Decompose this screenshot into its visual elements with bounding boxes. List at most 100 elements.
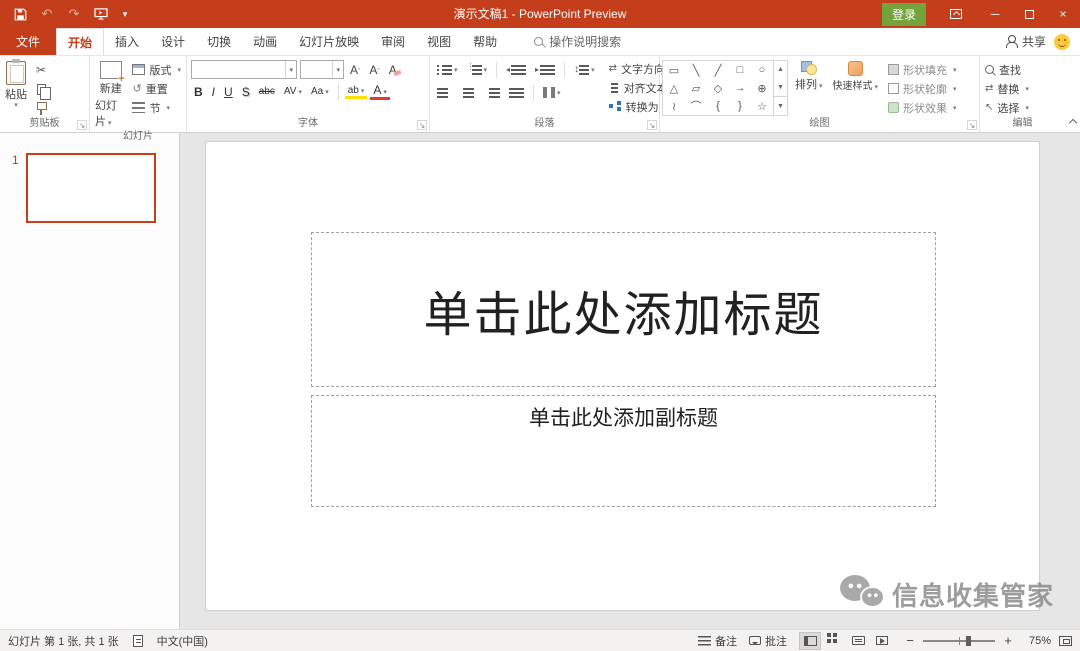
- tab-file[interactable]: 文件: [0, 28, 57, 55]
- quick-styles-button[interactable]: 快速样式: [830, 58, 882, 93]
- title-placeholder[interactable]: 单击此处添加标题: [311, 232, 936, 387]
- section-button[interactable]: 节: [129, 98, 184, 117]
- shape-outline-button[interactable]: 形状轮廓: [885, 79, 960, 98]
- normal-view-button[interactable]: [799, 631, 821, 650]
- shape-icon[interactable]: □: [729, 61, 751, 79]
- copy-icon[interactable]: [30, 80, 52, 100]
- fit-slide-to-window-icon[interactable]: [1059, 635, 1072, 646]
- shapes-gallery[interactable]: ▭ ╲ ╱ □ ○ △ ▱ ◇ → ⊕ ≀ ⌒ { } ☆ ▲ ▼ ▼: [662, 60, 788, 116]
- line-spacing-button[interactable]: ↕: [571, 61, 598, 78]
- tab-slideshow[interactable]: 幻灯片放映: [288, 28, 370, 55]
- language-indicator[interactable]: 中文(中国): [157, 633, 208, 649]
- zoom-out-button[interactable]: −: [905, 633, 915, 648]
- undo-icon[interactable]: ↶: [39, 6, 55, 22]
- font-dialog-launcher[interactable]: ↘: [417, 120, 427, 130]
- columns-button[interactable]: [540, 84, 564, 101]
- tab-view[interactable]: 视图: [416, 28, 462, 55]
- increase-font-icon[interactable]: Aˆ: [347, 63, 363, 77]
- character-spacing-button[interactable]: AV: [281, 86, 305, 97]
- redo-icon[interactable]: ↷: [66, 6, 82, 22]
- maximize-button[interactable]: [1012, 0, 1046, 28]
- shape-icon[interactable]: △: [663, 79, 685, 97]
- shape-icon[interactable]: {: [707, 97, 729, 115]
- font-size-select[interactable]: ▾: [300, 60, 344, 79]
- subtitle-placeholder[interactable]: 单击此处添加副标题: [311, 395, 936, 507]
- tab-transitions[interactable]: 切换: [196, 28, 242, 55]
- zoom-in-button[interactable]: +: [1003, 633, 1013, 648]
- underline-button[interactable]: U: [221, 85, 236, 99]
- shape-icon[interactable]: ≀: [663, 97, 685, 115]
- shape-icon[interactable]: ▱: [685, 79, 707, 97]
- decrease-font-icon[interactable]: Aˇ: [366, 63, 382, 77]
- reset-button[interactable]: ↺ 重置: [129, 79, 184, 98]
- clear-formatting-icon[interactable]: A: [386, 63, 400, 77]
- bold-button[interactable]: B: [191, 85, 206, 99]
- slide-sorter-view-button[interactable]: [823, 632, 845, 650]
- paragraph-dialog-launcher[interactable]: ↘: [647, 120, 657, 130]
- save-icon[interactable]: [12, 6, 28, 22]
- strikethrough-button[interactable]: abc: [256, 86, 278, 97]
- shape-icon[interactable]: }: [729, 97, 751, 115]
- replace-button[interactable]: ⇄ 替换: [982, 79, 1032, 98]
- qat-customize-icon[interactable]: ▾: [120, 6, 130, 22]
- proofing-icon[interactable]: [132, 634, 143, 647]
- sign-in-button[interactable]: 登录: [881, 2, 926, 26]
- share-button[interactable]: 共享: [1005, 33, 1046, 50]
- layout-button[interactable]: 版式: [129, 60, 184, 79]
- shape-icon[interactable]: ☆: [751, 97, 773, 115]
- reading-view-button[interactable]: [847, 632, 869, 650]
- tab-help[interactable]: 帮助: [462, 28, 508, 55]
- increase-indent-button[interactable]: ▸: [532, 61, 558, 78]
- slide-thumbnail-1[interactable]: [25, 153, 156, 223]
- slideshow-view-button[interactable]: [871, 632, 893, 650]
- close-button[interactable]: ×: [1046, 0, 1080, 28]
- tab-design[interactable]: 设计: [150, 28, 196, 55]
- align-center-button[interactable]: [458, 84, 479, 101]
- shapes-more-icon[interactable]: ▼: [774, 96, 787, 115]
- font-color-button[interactable]: A: [370, 83, 390, 100]
- shape-icon[interactable]: ◇: [707, 79, 729, 97]
- shape-icon[interactable]: ⌒: [685, 97, 707, 115]
- shape-icon[interactable]: ⊕: [751, 79, 773, 97]
- decrease-indent-button[interactable]: ◂: [503, 61, 529, 78]
- start-slideshow-icon[interactable]: [93, 6, 109, 22]
- drawing-dialog-launcher[interactable]: ↘: [967, 120, 977, 130]
- shapes-scroll-down-icon[interactable]: ▼: [774, 79, 787, 97]
- change-case-button[interactable]: Aa: [308, 86, 332, 97]
- zoom-level[interactable]: 75%: [1021, 635, 1051, 647]
- slide-editing-area[interactable]: 单击此处添加标题 单击此处添加副标题: [205, 141, 1040, 611]
- bullets-button[interactable]: [434, 61, 461, 78]
- numbering-button[interactable]: [464, 61, 491, 78]
- shape-icon[interactable]: ╱: [707, 61, 729, 79]
- ribbon-display-options-icon[interactable]: [948, 6, 964, 22]
- text-highlight-button[interactable]: ab: [344, 85, 368, 99]
- find-button[interactable]: 查找: [982, 60, 1032, 79]
- cut-icon[interactable]: ✂: [30, 61, 52, 79]
- clipboard-dialog-launcher[interactable]: ↘: [77, 120, 87, 130]
- font-name-select[interactable]: ▾: [191, 60, 297, 79]
- format-painter-icon[interactable]: [30, 99, 52, 117]
- select-button[interactable]: ↖ 选择: [982, 98, 1032, 117]
- text-shadow-button[interactable]: S: [239, 85, 253, 99]
- shapes-scroll-up-icon[interactable]: ▲: [774, 61, 787, 79]
- minimize-button[interactable]: ─: [978, 0, 1012, 28]
- italic-button[interactable]: I: [209, 85, 218, 99]
- align-left-button[interactable]: [434, 84, 455, 101]
- arrange-button[interactable]: 排列: [792, 58, 826, 93]
- notes-toggle[interactable]: 备注: [698, 633, 737, 649]
- shape-fill-button[interactable]: 形状填充: [885, 60, 960, 79]
- zoom-slider-thumb[interactable]: [966, 635, 972, 646]
- shape-icon[interactable]: ○: [751, 61, 773, 79]
- tab-animations[interactable]: 动画: [242, 28, 288, 55]
- paste-button[interactable]: 粘贴 ▾: [2, 58, 30, 110]
- tab-review[interactable]: 审阅: [370, 28, 416, 55]
- feedback-smiley-icon[interactable]: [1054, 33, 1070, 50]
- shape-icon[interactable]: ╲: [685, 61, 707, 79]
- collapse-ribbon-button[interactable]: [1065, 56, 1080, 132]
- align-right-button[interactable]: [482, 84, 503, 101]
- tab-insert[interactable]: 插入: [104, 28, 150, 55]
- comments-toggle[interactable]: 批注: [749, 633, 787, 649]
- tell-me-search[interactable]: 操作说明搜索: [534, 28, 621, 55]
- justify-button[interactable]: [506, 84, 527, 101]
- shape-icon[interactable]: →: [729, 79, 751, 97]
